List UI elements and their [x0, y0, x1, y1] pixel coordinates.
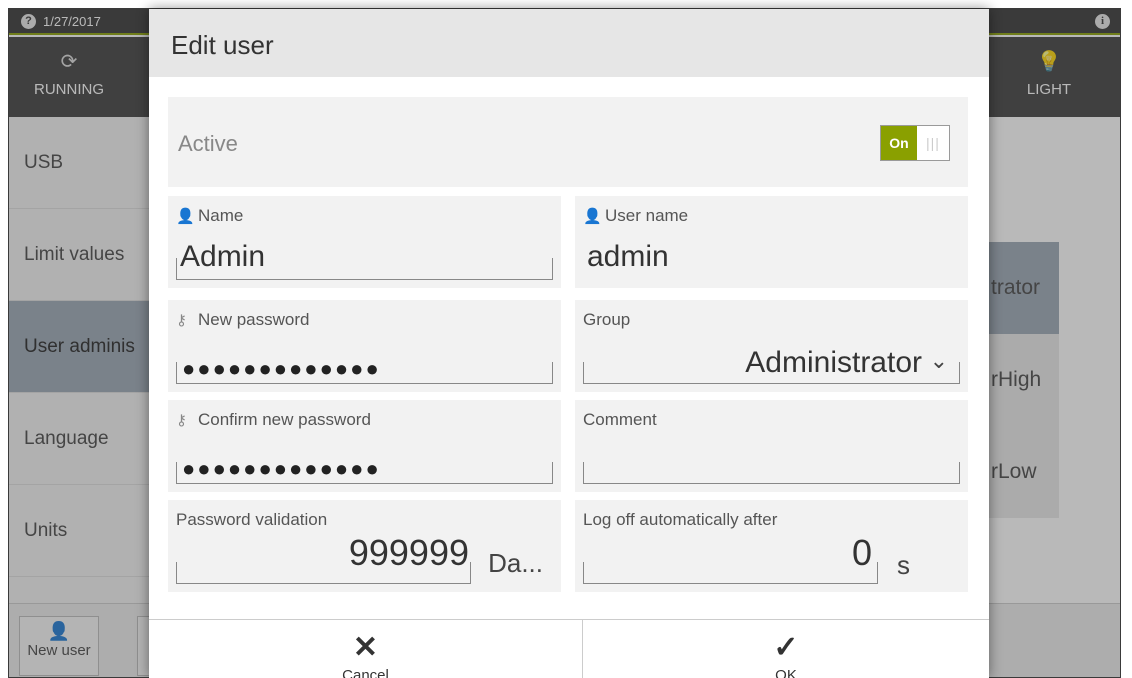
key-icon: ⚷: [176, 412, 187, 429]
password-validation-label: Password validation: [176, 510, 328, 529]
edit-user-dialog: Edit user Active On ||| 👤 Name Admin 👤 Use…: [149, 9, 989, 678]
toggle-knob-icon: |||: [926, 135, 940, 151]
logoff-unit: s: [897, 550, 910, 580]
close-icon: ✕: [352, 631, 379, 664]
active-row: Active On |||: [168, 97, 968, 187]
toggle-on-label: On: [881, 126, 917, 160]
comment-label: Comment: [583, 410, 657, 429]
confirm-password-label: Confirm new password: [198, 410, 371, 429]
username-label: User name: [605, 206, 689, 225]
comment-input-underline[interactable]: [583, 462, 960, 484]
logoff-field: Log off automatically after 0 s: [575, 500, 968, 592]
name-input-underline[interactable]: [176, 258, 553, 280]
password-validation-field: Password validation 999999 Da...: [168, 500, 561, 592]
new-password-field: ⚷ New password ●●●●●●●●●●●●●: [168, 300, 561, 392]
new-password-label: New password: [198, 310, 310, 329]
new-password-underline[interactable]: [176, 362, 553, 384]
active-toggle[interactable]: On |||: [880, 125, 950, 161]
username-value: admin: [587, 240, 669, 273]
username-field: 👤 User name admin: [575, 196, 968, 288]
active-label: Active: [178, 131, 238, 156]
dialog-title: Edit user: [171, 30, 274, 60]
confirm-password-field: ⚷ Confirm new password ●●●●●●●●●●●●●: [168, 400, 561, 492]
dialog-footer: ✕ Cancel ✓ OK: [149, 619, 989, 678]
ok-button[interactable]: ✓ OK: [583, 620, 989, 678]
cancel-label: Cancel: [342, 667, 389, 678]
username-label-wrap: 👤 User name: [583, 206, 688, 226]
checkmark-icon: ✓: [773, 631, 799, 664]
name-label: Name: [198, 206, 244, 225]
cancel-button[interactable]: ✕ Cancel: [149, 620, 582, 678]
user-icon: 👤: [176, 208, 195, 225]
logoff-underline[interactable]: [583, 562, 878, 584]
password-validation-underline[interactable]: [176, 562, 471, 584]
group-select-underline[interactable]: [583, 362, 960, 384]
dialog-header: Edit user: [149, 9, 989, 77]
name-field: 👤 Name Admin: [168, 196, 561, 288]
ok-label: OK: [775, 667, 797, 678]
group-field: Group Administrator ⌄: [575, 300, 968, 392]
user-icon: 👤: [583, 208, 602, 225]
confirm-password-underline[interactable]: [176, 462, 553, 484]
name-label-wrap: 👤 Name: [176, 206, 243, 226]
confirm-password-label-wrap: ⚷ Confirm new password: [176, 410, 371, 430]
new-password-label-wrap: ⚷ New password: [176, 310, 310, 330]
password-validation-unit: Da...: [488, 548, 543, 578]
comment-field: Comment: [575, 400, 968, 492]
group-label: Group: [583, 310, 631, 329]
key-icon: ⚷: [176, 312, 187, 329]
logoff-label: Log off automatically after: [583, 510, 778, 529]
